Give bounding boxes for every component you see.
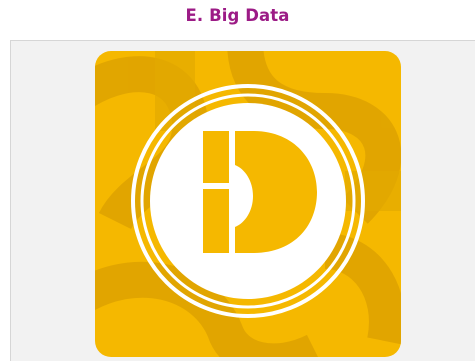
big-data-logo-icon — [95, 51, 401, 357]
page: E. Big Data — [0, 0, 475, 361]
section-title: E. Big Data — [185, 6, 290, 25]
logo-glyph — [203, 131, 317, 253]
